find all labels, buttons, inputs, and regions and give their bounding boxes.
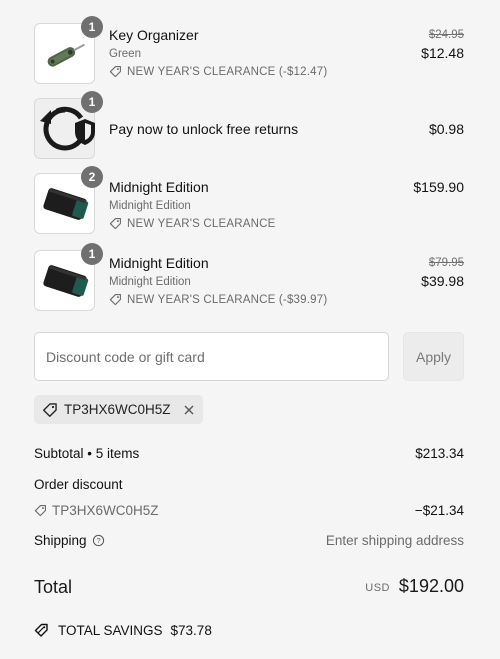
promo-label: NEW YEAR'S CLEARANCE (-$12.47) (109, 65, 327, 78)
promo-text: NEW YEAR'S CLEARANCE (127, 217, 276, 230)
quantity-badge: 1 (81, 16, 103, 38)
order-discount-row: Order discount (34, 477, 464, 492)
product-variant: Midnight Edition (109, 200, 191, 212)
item-price: $0.98 (428, 121, 464, 137)
product-thumbnail: 2 (34, 166, 103, 234)
apply-button[interactable]: Apply (403, 332, 464, 381)
product-variant: Midnight Edition (109, 276, 191, 288)
subtotal-row: Subtotal • 5 items $213.34 (34, 446, 464, 461)
applied-code-text: TP3HX6WC0H5Z (64, 402, 171, 417)
tag-icon (43, 402, 57, 417)
total-amount: $192.00 (398, 576, 464, 596)
line-item: 1 Pay now to unlock free returns $0.98 (34, 91, 464, 160)
tag-icon (109, 66, 121, 78)
subtotal-value: $213.34 (415, 446, 464, 461)
total-label: Total (34, 577, 73, 597)
total-savings: TOTAL SAVINGS $73.78 (34, 622, 212, 638)
order-discount-code-text: TP3HX6WC0H5Z (52, 503, 159, 518)
tag-icon (109, 294, 121, 306)
promo-text: NEW YEAR'S CLEARANCE (-$12.47) (127, 65, 328, 78)
line-item: 1 Midnight Edition Midnight Edition NEW … (34, 243, 464, 312)
help-icon[interactable]: ? (92, 534, 105, 547)
promo-label: NEW YEAR'S CLEARANCE (109, 217, 276, 230)
shipping-label: Shipping (34, 533, 87, 548)
line-item: 1 Key Organizer Green NEW YEAR'S CLEARAN… (34, 16, 464, 85)
applied-discount-chip: TP3HX6WC0H5Z (34, 395, 203, 424)
svg-text:?: ? (96, 536, 100, 545)
quantity-badge: 1 (81, 91, 103, 113)
shipping-row: Shipping ? Enter shipping address (34, 533, 464, 548)
tag-icon (109, 218, 121, 230)
product-thumbnail: 1 (34, 16, 103, 84)
subtotal-label: Subtotal • 5 items (34, 446, 140, 461)
product-name: Midnight Edition (109, 179, 209, 195)
product-name: Midnight Edition (109, 255, 209, 271)
promo-text: NEW YEAR'S CLEARANCE (-$39.97) (127, 293, 328, 306)
order-discount-code-row: TP3HX6WC0H5Z −$21.34 (34, 503, 464, 520)
quantity-badge: 2 (81, 166, 103, 188)
discount-form: Apply (34, 332, 464, 381)
item-price: $39.98 (421, 273, 464, 289)
shipping-label-group: Shipping ? (34, 533, 105, 548)
compare-at-price: $24.95 (428, 29, 464, 41)
discount-code-input[interactable] (34, 332, 389, 381)
product-variant: Green (109, 48, 141, 60)
shipping-value: Enter shipping address (325, 533, 464, 548)
savings-value: $73.78 (170, 622, 212, 638)
tag-icon (34, 505, 46, 517)
order-discount-label: Order discount (34, 477, 123, 492)
total-row: Total USD $192.00 (34, 575, 464, 599)
currency-code: USD (365, 582, 390, 594)
order-discount-code: TP3HX6WC0H5Z (34, 503, 159, 518)
item-price: $159.90 (413, 179, 464, 195)
line-item: 2 Midnight Edition Midnight Edition NEW … (34, 166, 464, 235)
product-name: Key Organizer (109, 27, 199, 43)
order-discount-value: −$21.34 (414, 503, 464, 518)
savings-label: TOTAL SAVINGS (58, 622, 163, 638)
product-thumbnail: 1 (34, 91, 103, 159)
savings-tag-icon (34, 623, 48, 637)
product-thumbnail: 1 (34, 243, 103, 311)
promo-label: NEW YEAR'S CLEARANCE (-$39.97) (109, 293, 327, 306)
remove-code-close-icon[interactable] (183, 404, 195, 416)
compare-at-price: $79.95 (428, 257, 464, 269)
item-price: $12.48 (421, 45, 464, 61)
product-name: Pay now to unlock free returns (109, 121, 299, 137)
quantity-badge: 1 (81, 243, 103, 265)
